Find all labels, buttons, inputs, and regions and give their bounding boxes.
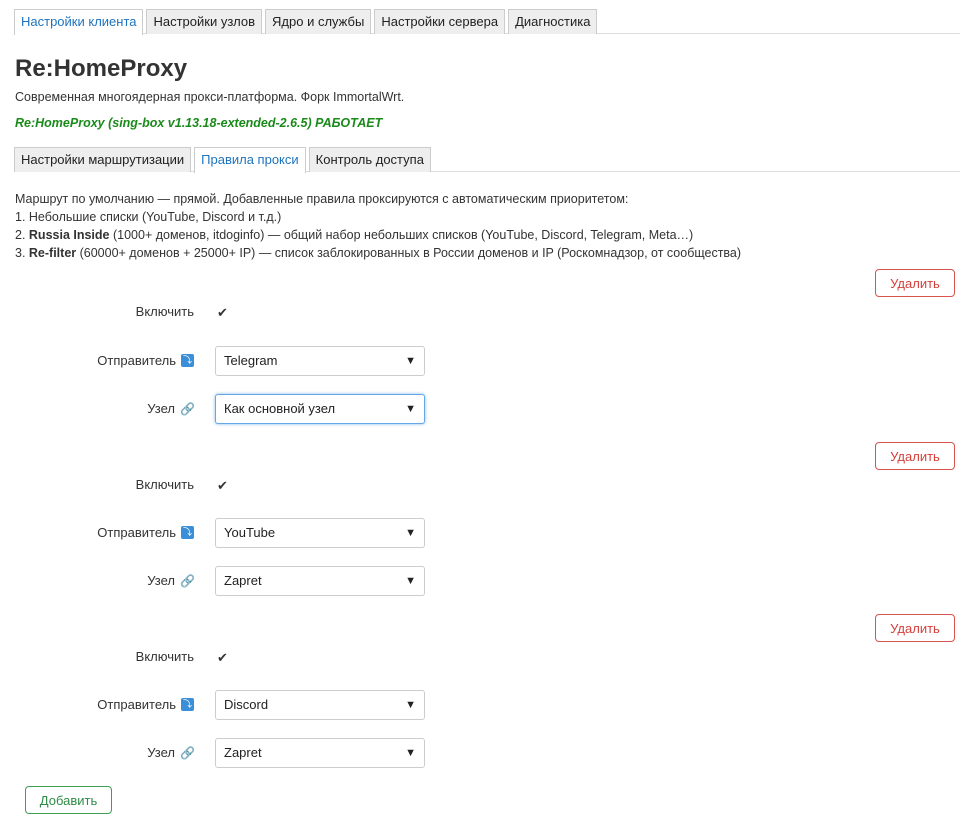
info-line-3: 3. Re-filter (60000+ доменов + 25000+ IP… bbox=[15, 244, 741, 262]
node-label-text: Узел bbox=[147, 401, 175, 416]
rule-1-node-value: Как основной узел bbox=[224, 401, 336, 416]
chevron-down-icon: ▼ bbox=[405, 575, 416, 587]
chevron-down-icon: ▼ bbox=[405, 699, 416, 711]
sender-label-text: Отправитель bbox=[97, 525, 176, 540]
rule-3-sender-select[interactable]: Discord ▼ bbox=[215, 690, 425, 720]
rule-3-enable-checkbox[interactable]: ✔ bbox=[216, 651, 229, 664]
info-line-2-bold: Russia Inside bbox=[28, 228, 110, 242]
chevron-down-icon: ▼ bbox=[405, 355, 416, 367]
link-icon: 🔗 bbox=[180, 745, 195, 760]
chevron-down-icon: ▼ bbox=[405, 527, 416, 539]
page-title: Re:HomeProxy bbox=[15, 55, 188, 82]
sender-label-text: Отправитель bbox=[97, 697, 176, 712]
sub-tabs: Настройки маршрутизации Правила прокси К… bbox=[14, 147, 960, 173]
link-icon: 🔗 bbox=[180, 573, 195, 588]
rule-2-node-label: Узел 🔗 bbox=[147, 573, 195, 588]
rule-1-node-label: Узел 🔗 bbox=[147, 401, 195, 416]
rule-3-sender-value: Discord bbox=[224, 697, 269, 712]
rule-3-node-value: Zapret bbox=[224, 745, 262, 760]
info-line-2: 2. Russia Inside (1000+ доменов, itdogin… bbox=[15, 226, 741, 244]
rule-1-node-select[interactable]: Как основной узел ▼ bbox=[215, 394, 425, 424]
rule-3-sender-label: Отправитель ⤵ bbox=[97, 697, 194, 712]
info-line-3-bold: Re-filter bbox=[28, 246, 77, 260]
rule-1-sender-value: Telegram bbox=[224, 353, 278, 368]
tab-core-services[interactable]: Ядро и службы bbox=[265, 9, 372, 34]
chevron-down-icon: ▼ bbox=[405, 747, 416, 759]
main-tabs: Настройки клиента Настройки узлов Ядро и… bbox=[14, 9, 960, 35]
rule-1-enable-label: Включить bbox=[136, 304, 194, 319]
tab-client-settings[interactable]: Настройки клиента bbox=[14, 9, 144, 35]
refresh-icon: ⤵ bbox=[181, 698, 194, 711]
rule-2-sender-label: Отправитель ⤵ bbox=[97, 525, 194, 540]
rule-2-enable-label: Включить bbox=[136, 477, 194, 492]
rule-2-sender-value: YouTube bbox=[224, 525, 276, 540]
info-line-1: 1. Небольшие списки (YouTube, Discord и … bbox=[15, 210, 282, 224]
tab-routing-settings[interactable]: Настройки маршрутизации bbox=[14, 147, 192, 172]
status-text: Re:HomeProxy (sing-box v1.13.18-extended… bbox=[15, 116, 383, 130]
info-line-3-prefix: 3. bbox=[15, 246, 29, 260]
delete-rule-2-button[interactable]: Удалить bbox=[875, 442, 955, 470]
node-label-text: Узел bbox=[147, 573, 175, 588]
refresh-icon: ⤵ bbox=[181, 526, 194, 539]
node-label-text: Узел bbox=[147, 745, 175, 760]
rules-description: Маршрут по умолчанию — прямой. Добавленн… bbox=[15, 190, 741, 262]
enable-label-text: Включить bbox=[135, 477, 194, 492]
rule-1-sender-label: Отправитель ⤵ bbox=[97, 353, 194, 368]
page-subtitle: Современная многоядерная прокси-платформ… bbox=[15, 90, 405, 104]
info-line-2-prefix: 2. bbox=[15, 228, 29, 242]
tab-access-control[interactable]: Контроль доступа bbox=[308, 147, 431, 172]
enable-label-text: Включить bbox=[135, 649, 194, 664]
rule-2-node-value: Zapret bbox=[224, 573, 262, 588]
rule-1-sender-select[interactable]: Telegram ▼ bbox=[215, 346, 425, 376]
enable-label-text: Включить bbox=[135, 304, 194, 319]
delete-rule-3-button[interactable]: Удалить bbox=[875, 614, 955, 642]
info-intro: Маршрут по умолчанию — прямой. Добавленн… bbox=[15, 192, 629, 206]
rule-2-node-select[interactable]: Zapret ▼ bbox=[215, 566, 425, 596]
rule-3-node-label: Узел 🔗 bbox=[147, 745, 195, 760]
delete-rule-1-button[interactable]: Удалить bbox=[875, 269, 955, 297]
add-rule-button[interactable]: Добавить bbox=[25, 786, 112, 814]
rule-3-enable-label: Включить bbox=[136, 649, 194, 664]
tab-proxy-rules[interactable]: Правила прокси bbox=[194, 147, 306, 173]
rule-1-enable-checkbox[interactable]: ✔ bbox=[216, 306, 229, 319]
info-line-3-rest: (60000+ доменов + 25000+ IP) — список за… bbox=[76, 246, 742, 260]
tab-diagnostics[interactable]: Диагностика bbox=[508, 9, 598, 34]
rule-3-node-select[interactable]: Zapret ▼ bbox=[215, 738, 425, 768]
rule-2-enable-checkbox[interactable]: ✔ bbox=[216, 479, 229, 492]
info-line-2-rest: (1000+ доменов, itdoginfo) — общий набор… bbox=[109, 228, 694, 242]
tab-node-settings[interactable]: Настройки узлов bbox=[146, 9, 263, 34]
refresh-icon: ⤵ bbox=[181, 354, 194, 367]
rule-2-sender-select[interactable]: YouTube ▼ bbox=[215, 518, 425, 548]
chevron-down-icon: ▼ bbox=[405, 403, 416, 415]
link-icon: 🔗 bbox=[180, 401, 195, 416]
sender-label-text: Отправитель bbox=[97, 353, 176, 368]
tab-server-settings[interactable]: Настройки сервера bbox=[374, 9, 506, 34]
